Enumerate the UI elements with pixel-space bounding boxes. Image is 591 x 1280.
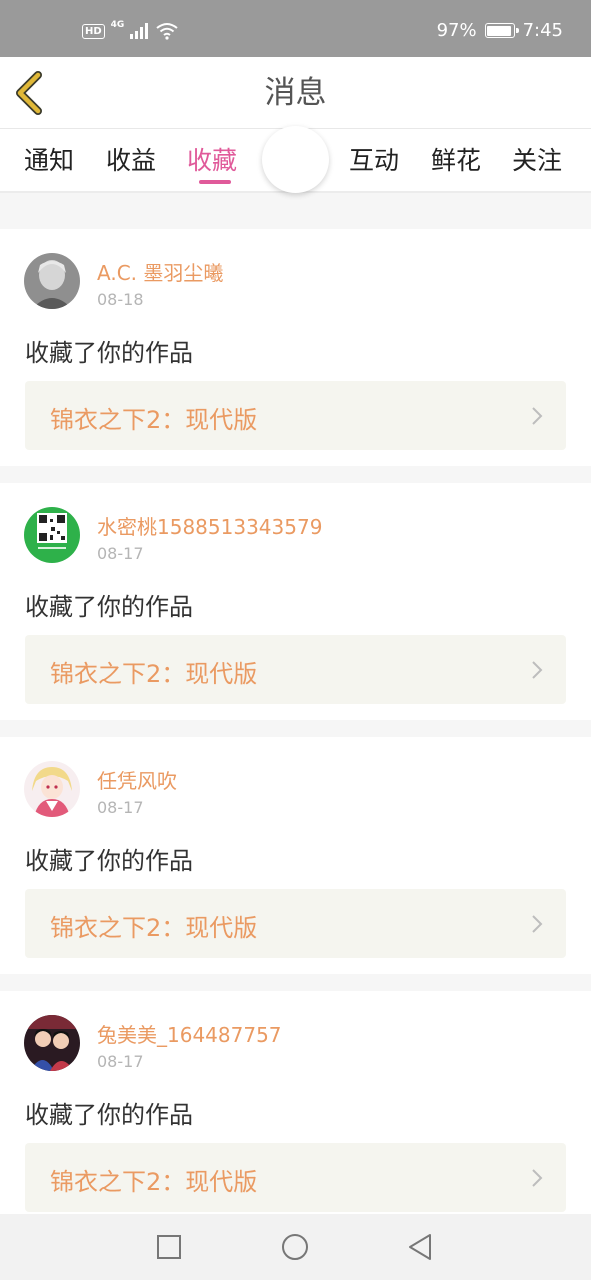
battery-level	[487, 25, 512, 36]
chevron-right-icon	[532, 915, 543, 933]
message-text: 收藏了你的作品	[25, 593, 193, 621]
username[interactable]: 任凭风吹	[97, 765, 177, 794]
tab-earnings[interactable]: 收益	[106, 141, 156, 177]
network-type: 4G	[110, 20, 125, 30]
work-title: 锦衣之下2：现代版	[50, 914, 258, 942]
avatar-green-qr	[24, 507, 80, 563]
avatar-anime-girl	[24, 761, 80, 817]
app-header: 消息	[0, 57, 591, 129]
avatar-grey-portrait	[24, 253, 80, 309]
clock: 7:45	[522, 20, 563, 41]
work-link[interactable]: 锦衣之下2：现代版	[25, 1143, 566, 1212]
active-tab-indicator	[199, 180, 231, 184]
message-card: 任凭风吹 08-17 收藏了你的作品 锦衣之下2：现代版	[0, 737, 591, 974]
back-triangle-icon[interactable]	[404, 1231, 436, 1263]
tab-favorites[interactable]: 收藏	[187, 141, 237, 177]
avatar[interactable]	[24, 761, 80, 817]
avatar[interactable]	[24, 253, 80, 309]
work-title: 锦衣之下2：现代版	[50, 1168, 258, 1196]
hd-badge: HD	[82, 23, 105, 39]
page-title: 消息	[264, 75, 327, 111]
message-card: 兔美美_164487757 08-17 收藏了你的作品 锦衣之下2：现代版	[0, 991, 591, 1228]
home-circle-icon[interactable]	[279, 1231, 311, 1263]
avatar[interactable]	[24, 507, 80, 563]
username[interactable]: 水密桃1588513343579	[97, 511, 322, 540]
work-title: 锦衣之下2：现代版	[50, 406, 258, 434]
signal-icon	[130, 23, 149, 39]
battery-icon	[484, 23, 519, 38]
chevron-right-icon	[532, 407, 543, 425]
tab-notifications[interactable]: 通知	[24, 141, 74, 177]
tab-flowers[interactable]: 鲜花	[431, 141, 481, 177]
work-title: 锦衣之下2：现代版	[50, 660, 258, 688]
system-nav-bar	[0, 1214, 591, 1280]
avatar-couple-photo	[24, 1015, 80, 1071]
message-card: A.C. 墨羽尘曦 08-18 收藏了你的作品 锦衣之下2：现代版	[0, 229, 591, 466]
recents-square-icon[interactable]	[153, 1231, 185, 1263]
status-right: 97% 7:45	[437, 20, 563, 41]
message-text: 收藏了你的作品	[25, 339, 193, 367]
status-left: HD 4G	[82, 20, 178, 40]
battery-percent: 97%	[436, 20, 477, 41]
floating-circle-button[interactable]	[262, 126, 329, 193]
tab-bar: 通知 收益 收藏 互动 鲜花 关注	[0, 126, 591, 193]
message-date: 08-17	[97, 544, 144, 563]
status-bar: HD 4G 97% 7:45	[0, 0, 591, 57]
avatar[interactable]	[24, 1015, 80, 1071]
message-date: 08-17	[97, 1052, 144, 1071]
work-link[interactable]: 锦衣之下2：现代版	[25, 635, 566, 704]
message-text: 收藏了你的作品	[25, 847, 193, 875]
work-link[interactable]: 锦衣之下2：现代版	[25, 889, 566, 958]
tab-follows[interactable]: 关注	[512, 141, 562, 177]
message-date: 08-18	[97, 290, 144, 309]
wifi-icon	[156, 23, 178, 40]
username[interactable]: 兔美美_164487757	[97, 1019, 282, 1048]
message-text: 收藏了你的作品	[25, 1101, 193, 1129]
message-date: 08-17	[97, 798, 144, 817]
username[interactable]: A.C. 墨羽尘曦	[97, 257, 223, 286]
chevron-right-icon	[532, 661, 543, 679]
chevron-right-icon	[532, 1169, 543, 1187]
tab-interactions[interactable]: 互动	[349, 141, 399, 177]
work-link[interactable]: 锦衣之下2：现代版	[25, 381, 566, 450]
message-card: 水密桃1588513343579 08-17 收藏了你的作品 锦衣之下2：现代版	[0, 483, 591, 720]
